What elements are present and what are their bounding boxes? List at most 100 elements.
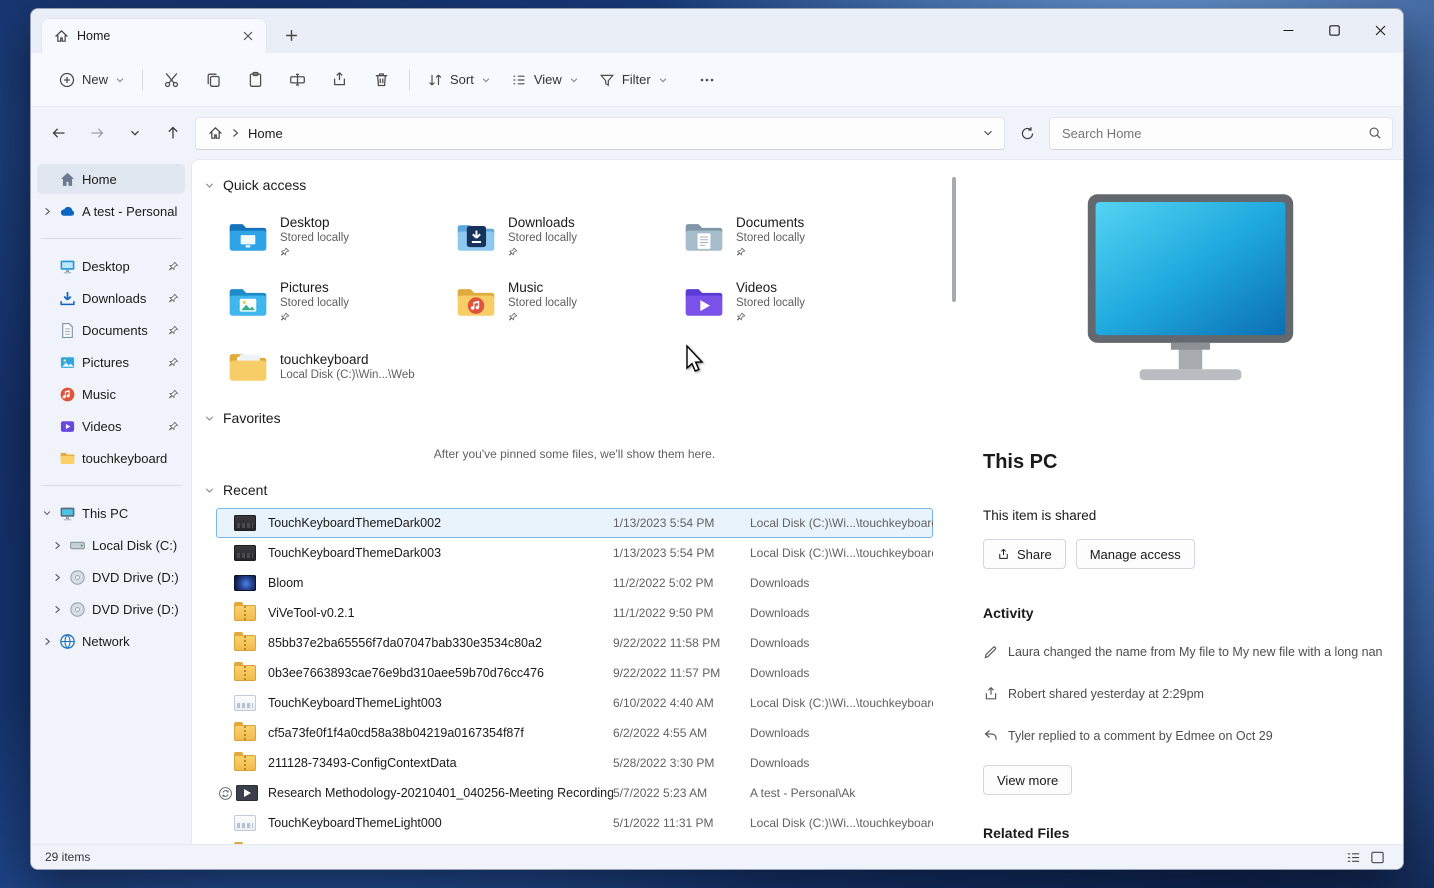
- tile-videos[interactable]: Videos Stored locally: [682, 269, 910, 334]
- thumbnails-view-toggle[interactable]: [1365, 847, 1389, 867]
- sidebar-item-desktop[interactable]: Desktop: [37, 251, 185, 281]
- share-button-toolbar[interactable]: [318, 62, 360, 98]
- sidebar-item-this-pc[interactable]: This PC: [37, 498, 185, 528]
- related-files-header: Related Files: [983, 825, 1397, 844]
- recent-row[interactable]: 211128-73493-ConfigContextData 5/28/2022…: [216, 748, 933, 778]
- sort-button[interactable]: Sort: [417, 65, 501, 95]
- view-more-button[interactable]: View more: [983, 765, 1072, 795]
- chevron-right-icon: [43, 206, 52, 217]
- maximize-button[interactable]: [1311, 9, 1357, 51]
- command-bar: New Sort: [31, 53, 1403, 107]
- sync-status-icon: [218, 786, 233, 801]
- recent-row[interactable]: Bloom 11/2/2022 5:02 PM Downloads: [216, 568, 933, 598]
- cut-button[interactable]: [150, 62, 192, 98]
- sidebar-item-documents[interactable]: Documents: [37, 315, 185, 345]
- sidebar-item-touchkeyboard[interactable]: touchkeyboard: [37, 443, 185, 473]
- minimize-button[interactable]: [1265, 9, 1311, 51]
- address-dropdown-icon[interactable]: [982, 127, 994, 139]
- new-button[interactable]: New: [49, 65, 135, 95]
- new-tab-button[interactable]: [275, 19, 307, 51]
- sidebar-item-pictures[interactable]: Pictures: [37, 347, 185, 377]
- back-button[interactable]: [43, 117, 75, 149]
- sidebar-item-dvd-drive-d-ccc[interactable]: DVD Drive (D:) CCC: [37, 594, 185, 624]
- music-folder-icon: [454, 283, 498, 321]
- close-button[interactable]: [1357, 9, 1403, 51]
- recent-row[interactable]: cf5a73fe0f1f4a0cd58a38b04219a0167354f87f…: [216, 718, 933, 748]
- details-view-icon: [1346, 850, 1361, 865]
- tab-close-icon[interactable]: [238, 26, 258, 46]
- details-title: This PC: [983, 451, 1397, 479]
- recent-row[interactable]: TouchKeyboardThemeDark003 1/13/2023 5:54…: [216, 538, 933, 568]
- sidebar-item-onedrive[interactable]: A test - Personal: [37, 196, 185, 226]
- rename-button[interactable]: [276, 62, 318, 98]
- search-box[interactable]: [1049, 117, 1393, 150]
- details-view-toggle[interactable]: [1341, 847, 1365, 867]
- sidebar-item-videos[interactable]: Videos: [37, 411, 185, 441]
- search-icon[interactable]: [1368, 126, 1382, 140]
- paste-button[interactable]: [234, 62, 276, 98]
- chevron-right-icon: [43, 636, 52, 647]
- recent-locations-button[interactable]: [119, 117, 151, 149]
- file-name: 211128-73493-ConfigContextData: [268, 756, 613, 770]
- refresh-icon: [1020, 126, 1035, 141]
- tile-subtitle: Local Disk (C:)\Win...\Web: [280, 368, 415, 382]
- breadcrumb[interactable]: Home: [248, 126, 283, 141]
- recent-row[interactable]: 0b3ee7663893cae76e9bd310aee59b70d76cc476…: [216, 658, 933, 688]
- file-date: 11/2/2022 5:02 PM: [613, 576, 750, 590]
- rename-icon: [983, 644, 999, 660]
- recent-row[interactable]: Research Methodology-20210401_040256-Mee…: [216, 778, 933, 808]
- manage-access-button[interactable]: Manage access: [1076, 539, 1195, 569]
- home-icon: [54, 29, 69, 44]
- section-recent[interactable]: Recent: [202, 477, 947, 503]
- sidebar-item-downloads[interactable]: Downloads: [37, 283, 185, 313]
- manage-access-label: Manage access: [1090, 547, 1181, 562]
- chevron-down-icon: [129, 127, 141, 139]
- tile-touchkeyboard[interactable]: touchkeyboard Local Disk (C:)\Win...\Web: [226, 334, 454, 399]
- sidebar-item-network[interactable]: Network: [37, 626, 185, 656]
- tile-name: Music: [508, 280, 577, 296]
- more-options-button[interactable]: [686, 62, 728, 98]
- recent-row[interactable]: ViVeTool-v0.2.1 11/1/2022 9:50 PM Downlo…: [216, 598, 933, 628]
- sidebar-item-music[interactable]: Music: [37, 379, 185, 409]
- tab-home[interactable]: Home: [41, 18, 267, 53]
- sidebar-item-local-disk-c[interactable]: Local Disk (C:): [37, 530, 185, 560]
- items-count: 29 items: [45, 850, 90, 864]
- view-button[interactable]: View: [501, 65, 589, 95]
- chevron-right-icon: [53, 604, 62, 615]
- file-name: Bloom: [268, 576, 613, 590]
- image-file-icon: [234, 515, 256, 531]
- vertical-scrollbar[interactable]: [947, 160, 961, 844]
- share-button[interactable]: Share: [983, 539, 1066, 569]
- recent-row[interactable]: TouchKeyboardThemeDark002 1/13/2023 5:54…: [216, 508, 933, 538]
- desktop-folder-icon: [226, 218, 270, 256]
- tile-pictures[interactable]: Pictures Stored locally: [226, 269, 454, 334]
- tile-desktop[interactable]: Desktop Stored locally: [226, 204, 454, 269]
- copy-button[interactable]: [192, 62, 234, 98]
- zip-folder-icon: [234, 755, 256, 771]
- address-bar[interactable]: Home: [195, 117, 1005, 150]
- filter-button[interactable]: Filter: [589, 65, 678, 95]
- sidebar-item-home[interactable]: Home: [37, 164, 185, 194]
- search-input[interactable]: [1062, 126, 1368, 141]
- file-location: Downloads: [750, 726, 933, 740]
- recent-row[interactable]: TouchKeyboardThemeLight000 5/1/2022 11:3…: [216, 808, 933, 838]
- recent-row[interactable]: TouchKeyboardThemeLight003 6/10/2022 4:4…: [216, 688, 933, 718]
- scrollbar-thumb[interactable]: [952, 177, 956, 302]
- section-quick-access[interactable]: Quick access: [202, 172, 947, 198]
- recent-row[interactable]: 85bb37e2ba65556f7da07047bab330e3534c80a2…: [216, 628, 933, 658]
- forward-button[interactable]: [81, 117, 113, 149]
- recent-file-list: TouchKeyboardThemeDark002 1/13/2023 5:54…: [216, 508, 933, 844]
- file-date: 9/22/2022 11:57 PM: [613, 666, 750, 680]
- filter-icon: [599, 72, 615, 88]
- section-favorites[interactable]: Favorites: [202, 405, 947, 431]
- tile-music[interactable]: Music Stored locally: [454, 269, 682, 334]
- tile-documents[interactable]: Documents Stored locally: [682, 204, 910, 269]
- tile-downloads[interactable]: Downloads Stored locally: [454, 204, 682, 269]
- file-date: 1/13/2023 5:54 PM: [613, 546, 750, 560]
- sidebar-item-dvd-drive-d-cc[interactable]: DVD Drive (D:) CC: [37, 562, 185, 592]
- videos-icon: [59, 418, 76, 435]
- up-button[interactable]: [157, 117, 189, 149]
- tab-title: Home: [77, 29, 230, 43]
- refresh-button[interactable]: [1011, 117, 1043, 149]
- delete-button[interactable]: [360, 62, 402, 98]
